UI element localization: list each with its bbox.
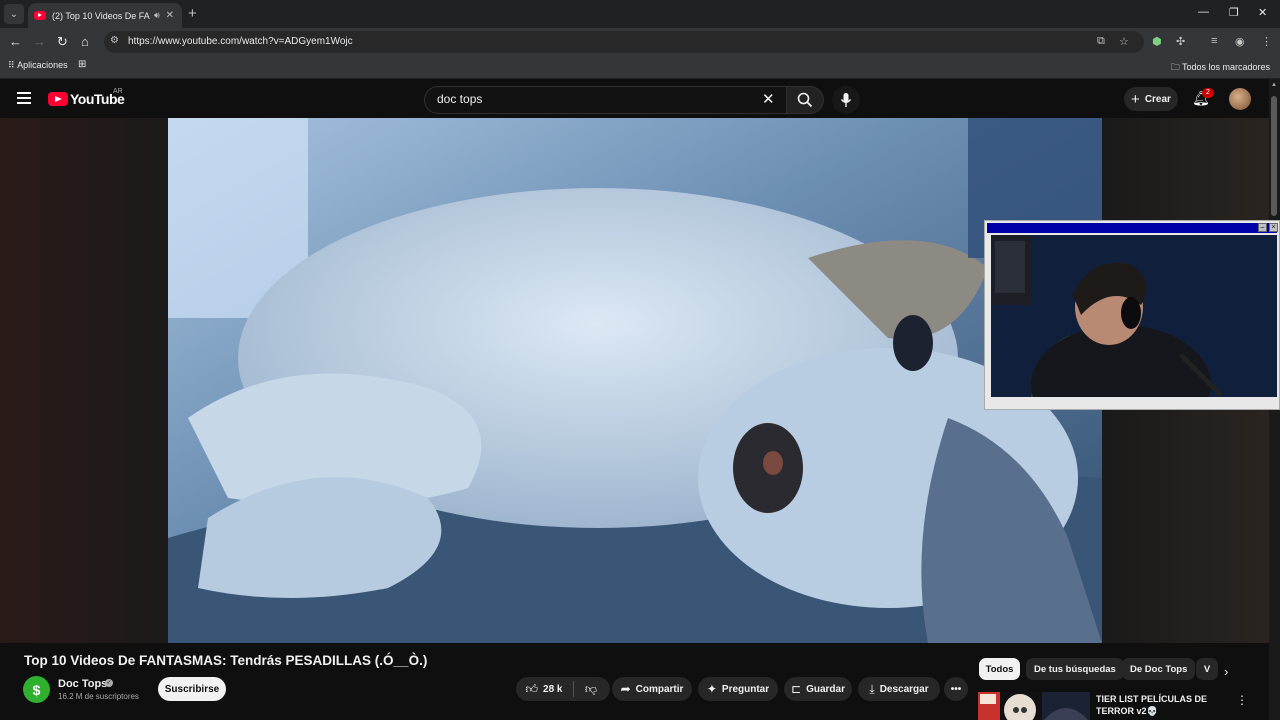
media-control-icon[interactable]: ≡	[1211, 35, 1217, 47]
tab-title: (2) Top 10 Videos De FANTASMAS	[52, 10, 150, 21]
create-button[interactable]: + Crear	[1124, 87, 1178, 111]
thumbs-down-icon: 👎︎	[584, 681, 598, 696]
back-arrow-icon[interactable]: ←	[9, 34, 22, 49]
ask-label: Preguntar	[721, 683, 770, 695]
scrollbar-thumb[interactable]	[1271, 96, 1277, 216]
recommendation-thumbnail-image	[978, 692, 1090, 720]
chip-truncated[interactable]: V	[1196, 658, 1218, 680]
save-button[interactable]: ⊏ Guardar	[784, 677, 852, 701]
like-button[interactable]: 👍︎ 28 k	[516, 677, 572, 701]
tab-search-button[interactable]: ⌄	[4, 4, 24, 24]
reload-icon[interactable]: ↻	[57, 34, 68, 50]
notification-badge: 2	[1202, 88, 1214, 98]
download-label: Descargar	[879, 683, 929, 695]
thumbs-up-icon: 👍︎	[525, 681, 539, 696]
recommendation-menu-icon[interactable]: ⋮	[1236, 693, 1248, 707]
browser-menu-icon[interactable]: ⋮	[1261, 35, 1272, 48]
account-avatar[interactable]	[1229, 88, 1251, 110]
create-label: Crear	[1144, 93, 1171, 105]
bookmark-apps-label: Aplicaciones	[17, 60, 68, 70]
voice-search-button[interactable]	[832, 86, 860, 114]
search-box[interactable]	[424, 86, 787, 114]
plus-icon: +	[1131, 90, 1140, 108]
webcam-minimize-icon[interactable]: –	[1258, 223, 1267, 232]
youtube-favicon-icon	[34, 11, 46, 20]
url-text[interactable]: https://www.youtube.com/watch?v=ADGyem1W…	[128, 36, 353, 47]
like-divider	[573, 681, 574, 697]
site-settings-icon[interactable]: ⚙	[110, 35, 119, 46]
more-actions-button[interactable]: •••	[944, 677, 968, 701]
subscribe-button[interactable]: Suscribirse	[158, 677, 226, 701]
download-button[interactable]: ⤓ Descargar	[858, 677, 940, 701]
all-bookmarks-label: Todos los marcadores	[1181, 62, 1270, 72]
share-button[interactable]: ➦ Compartir	[612, 677, 692, 701]
bookmark-star-icon[interactable]: ☆	[1119, 35, 1129, 48]
recommendation-thumbnail[interactable]	[978, 692, 1090, 720]
search-clear-icon[interactable]: ✕	[762, 90, 775, 108]
subscriber-count: 16.2 M de suscriptores	[58, 692, 139, 701]
verified-badge-icon: ✓	[105, 679, 113, 687]
youtube-logo-icon[interactable]	[48, 92, 68, 106]
video-title: Top 10 Videos De FANTASMAS: Tendrás PESA…	[24, 653, 428, 668]
scroll-up-icon[interactable]: ▲	[1271, 82, 1277, 88]
chip-todos[interactable]: Todos	[979, 658, 1020, 680]
microphone-icon	[840, 93, 852, 107]
chips-next-chevron-icon[interactable]: ›	[1224, 664, 1228, 679]
apps-grid-icon: ⠿	[8, 60, 15, 70]
tab-groups-icon[interactable]: ⊞	[78, 59, 86, 70]
all-bookmarks[interactable]: 🗀 Todos los marcadores	[1171, 60, 1270, 76]
more-dots-icon: •••	[950, 683, 962, 695]
webcam-titlebar[interactable]	[987, 223, 1277, 233]
webcam-overlay-window[interactable]: – ×	[984, 220, 1280, 410]
download-icon: ⤓	[869, 681, 875, 696]
bookmark-icon: ⊏	[791, 682, 802, 696]
channel-avatar[interactable]: $	[23, 676, 50, 703]
ask-button[interactable]: ✦ Preguntar	[698, 677, 778, 701]
extension-shield-icon[interactable]: ⬢	[1152, 35, 1162, 48]
recommendation-title[interactable]: TIER LIST PELÍCULAS DE TERROR v2💀	[1096, 693, 1216, 717]
window-close-icon[interactable]: ✕	[1258, 6, 1267, 19]
speaker-icon[interactable]: 🔊︎	[154, 10, 160, 21]
chip-from-channel[interactable]: De Doc Tops	[1122, 658, 1196, 680]
new-tab-button[interactable]: +	[188, 5, 197, 22]
webcam-feed	[991, 235, 1277, 397]
menu-hamburger-icon[interactable]	[17, 92, 31, 104]
install-app-icon[interactable]: ⧉	[1097, 35, 1105, 48]
country-code: AR	[113, 88, 123, 95]
browser-tab[interactable]: (2) Top 10 Videos De FANTASMAS 🔊︎ ✕	[28, 3, 182, 28]
home-icon[interactable]: ⌂	[81, 34, 89, 49]
bookmarks-bar	[0, 56, 1280, 79]
dislike-button[interactable]: 👎︎	[576, 677, 606, 701]
channel-name[interactable]: Doc Tops	[58, 678, 107, 690]
save-label: Guardar	[806, 683, 845, 695]
webcam-close-icon[interactable]: ×	[1269, 223, 1278, 232]
bookmark-apps[interactable]: ⠿ Aplicaciones	[8, 60, 68, 71]
folder-icon: 🗀	[1170, 62, 1180, 72]
video-frame-dog	[168, 118, 1102, 643]
extensions-puzzle-icon[interactable]: ✣	[1176, 35, 1185, 48]
video-player[interactable]	[168, 118, 1102, 643]
search-button[interactable]	[786, 86, 824, 114]
forward-arrow-icon[interactable]: →	[33, 34, 46, 49]
tab-close-icon[interactable]: ✕	[166, 10, 174, 21]
like-count: 28 k	[543, 683, 563, 695]
share-label: Compartir	[635, 683, 684, 695]
search-icon	[797, 92, 813, 108]
search-input[interactable]	[435, 91, 759, 107]
maximize-icon[interactable]: ❐	[1229, 6, 1239, 19]
share-arrow-icon: ➦	[620, 682, 631, 696]
streamer-webcam-image	[991, 235, 1277, 397]
channel-avatar-letter: $	[32, 681, 41, 698]
chip-from-searches[interactable]: De tus búsquedas	[1026, 658, 1124, 680]
minimize-icon[interactable]: —	[1198, 6, 1209, 18]
profile-icon[interactable]: ◉	[1235, 35, 1245, 48]
sparkle-icon: ✦	[706, 682, 717, 696]
